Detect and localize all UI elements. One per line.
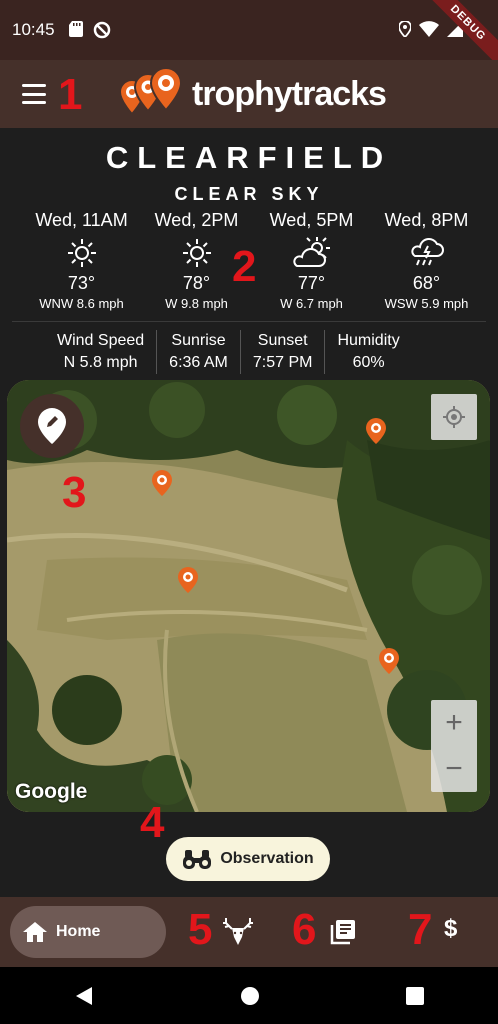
stat-sunset: Sunset 7:57 PM xyxy=(241,330,326,374)
map-marker-icon[interactable] xyxy=(379,648,399,674)
map-imagery xyxy=(7,380,490,812)
stat-value: 60% xyxy=(352,354,385,371)
app-name: trophytracks xyxy=(192,74,387,113)
stat-value: 7:57 PM xyxy=(252,354,313,371)
sd-card-icon xyxy=(68,21,83,37)
stat-wind-speed: Wind Speed N 5.8 mph xyxy=(45,330,158,374)
google-attribution: Google xyxy=(15,780,88,803)
app-logo: trophytracks xyxy=(118,66,387,122)
dollar-icon[interactable]: $ xyxy=(444,915,457,943)
annotation-marker: 6 xyxy=(292,905,317,954)
observation-label: Observation xyxy=(220,850,314,867)
zoom-out-button[interactable]: − xyxy=(431,746,477,792)
back-icon[interactable] xyxy=(74,986,94,1006)
forecast-time: Wed, 2PM xyxy=(154,210,239,230)
forecast-temp: 77° xyxy=(297,273,326,293)
zoom-in-button[interactable]: + xyxy=(431,700,477,746)
rain-cloud-icon xyxy=(410,238,444,266)
binoculars-icon xyxy=(183,850,212,869)
forecast-wind: WNW 8.6 mph xyxy=(39,296,124,311)
map-marker-icon[interactable] xyxy=(366,418,386,444)
forecast-temp: 73° xyxy=(67,273,96,293)
weather-divider xyxy=(12,321,486,322)
nav-home-label: Home xyxy=(56,923,101,940)
map-marker-icon[interactable] xyxy=(152,470,172,496)
satellite-map[interactable]: 3 + − Google xyxy=(7,380,490,812)
map-marker-icon[interactable] xyxy=(178,567,198,593)
weather-stats: Wind Speed N 5.8 mph Sunrise 6:36 AM Sun… xyxy=(45,330,412,374)
map-pin-edit-icon xyxy=(38,408,66,444)
location-icon xyxy=(399,20,411,37)
home-icon xyxy=(23,922,47,942)
app-bar: 1 trophytracks xyxy=(0,60,498,128)
menu-button[interactable] xyxy=(22,84,46,104)
stat-label: Humidity xyxy=(337,332,400,349)
add-marker-button[interactable] xyxy=(20,394,84,458)
stat-label: Sunrise xyxy=(171,332,226,349)
stat-value: N 5.8 mph xyxy=(63,354,138,371)
forecast-item: Wed, 5PM 77° W 6.7 mph xyxy=(254,210,369,311)
wifi-icon xyxy=(419,20,439,37)
home-circle-icon[interactable] xyxy=(240,986,259,1005)
nav-home[interactable]: Home xyxy=(10,906,166,958)
forecast-item: Wed, 8PM 68° WSW 5.9 mph xyxy=(369,210,484,311)
status-bar: 10:45 DEBUG xyxy=(0,0,498,72)
deer-icon[interactable] xyxy=(222,915,254,947)
forecast-time: Wed, 8PM xyxy=(384,210,469,230)
do-not-disturb-icon xyxy=(93,21,110,39)
zoom-controls: + − xyxy=(431,700,477,792)
forecast-item: Wed, 11AM 73° WNW 8.6 mph xyxy=(24,210,139,311)
logo-pins-icon xyxy=(118,66,183,116)
crosshair-icon xyxy=(443,406,465,428)
forecast-wind: WSW 5.9 mph xyxy=(384,296,469,311)
stat-value: 6:36 AM xyxy=(169,354,228,371)
recents-icon[interactable] xyxy=(406,986,425,1005)
my-location-button[interactable] xyxy=(431,394,477,440)
observation-button[interactable]: Observation xyxy=(166,837,330,881)
partly-cloudy-icon xyxy=(292,237,330,267)
forecast-wind: W 9.8 mph xyxy=(165,296,228,311)
annotation-marker: 2 xyxy=(232,242,257,291)
forecast-temp: 68° xyxy=(412,273,441,293)
sun-icon xyxy=(67,239,96,267)
stat-sunrise: Sunrise 6:36 AM xyxy=(157,330,241,374)
bottom-navigation: Home 5 6 7 $ xyxy=(0,897,498,967)
journal-icon[interactable] xyxy=(330,919,356,945)
forecast-time: Wed, 11AM xyxy=(35,210,128,230)
location-title: CLEARFIELD xyxy=(105,140,393,175)
annotation-marker: 1 xyxy=(58,70,83,119)
forecast-wind: W 6.7 mph xyxy=(280,296,343,311)
annotation-marker: 5 xyxy=(188,905,213,954)
annotation-marker: 7 xyxy=(408,905,433,954)
sun-icon xyxy=(182,239,211,267)
annotation-marker: 3 xyxy=(62,468,87,517)
forecast-time: Wed, 5PM xyxy=(269,210,354,230)
annotation-marker: 4 xyxy=(140,798,165,847)
stat-label: Wind Speed xyxy=(57,332,145,349)
system-navigation xyxy=(0,967,498,1024)
status-time: 10:45 xyxy=(12,20,55,39)
weather-condition: CLEAR SKY xyxy=(174,184,324,204)
stat-humidity: Humidity 60% xyxy=(325,330,411,374)
stat-label: Sunset xyxy=(257,332,308,349)
